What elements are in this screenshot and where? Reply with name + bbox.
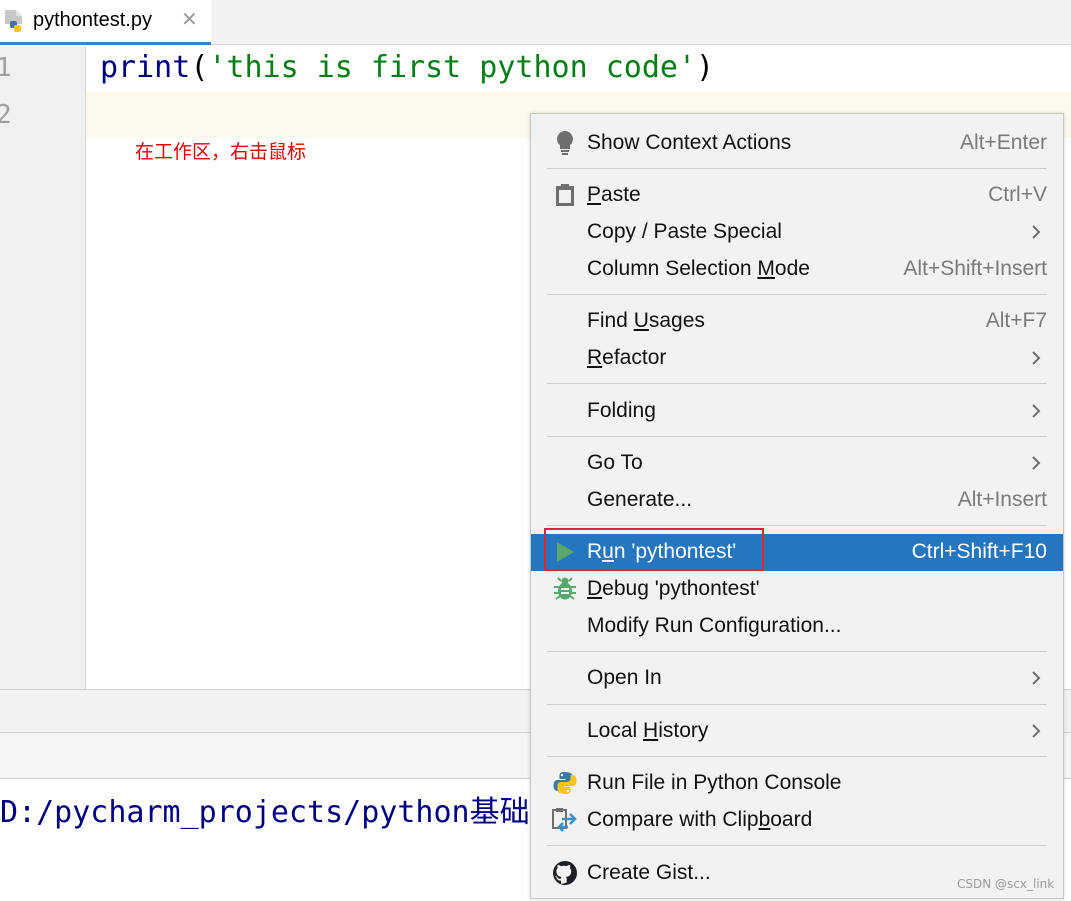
menu-separator [547,294,1047,295]
menu-item-label: Copy / Paste Special [587,220,782,243]
line-number-gutter: 1 2 [0,46,86,689]
chevron-right-icon [1032,456,1041,470]
chevron-right-icon [1032,671,1041,685]
menu-item-shortcut: Ctrl+Shift+F10 [911,540,1047,563]
chevron-right-icon [1032,404,1041,418]
menu-item-label: Compare with Clipboard [587,808,813,831]
menu-item-label: Create Gist... [587,861,711,884]
menu-item-label: Run 'pythontest' [587,540,737,563]
menu-separator [547,845,1047,846]
lightbulb-icon [551,129,579,157]
menu-item-find-usages[interactable]: Find Usages Alt+F7 [531,303,1063,340]
menu-separator [547,383,1047,384]
menu-item-label: Show Context Actions [587,131,792,154]
menu-separator [547,756,1047,757]
menu-item-shortcut: Alt+F7 [985,309,1047,332]
menu-separator [547,651,1047,652]
editor-context-menu: Show Context Actions Alt+Enter Paste Ctr… [530,113,1064,899]
compare-icon [551,806,579,834]
menu-item-compare-with-clipboard[interactable]: Compare with Clipboard [531,802,1063,839]
debug-icon [551,575,579,603]
menu-item-column-selection-mode[interactable]: Column Selection Mode Alt+Shift+Insert [531,251,1063,288]
menu-item-generate[interactable]: Generate... Alt+Insert [531,482,1063,519]
menu-item-copy-paste-special[interactable]: Copy / Paste Special [531,214,1063,251]
menu-item-folding[interactable]: Folding [531,393,1063,430]
menu-item-label: Run File in Python Console [587,771,842,794]
clipboard-icon [551,181,579,209]
watermark: CSDN @scx_link [957,877,1055,891]
menu-separator [547,525,1047,526]
line-number: 1 [0,53,12,83]
chevron-right-icon [1032,225,1041,239]
line-number: 2 [0,100,12,130]
editor-tab-bar: pythontest.py ✕ [0,0,1071,45]
menu-item-label: Refactor [587,346,667,369]
menu-item-shortcut: Ctrl+V [988,183,1047,206]
menu-item-label: Column Selection Mode [587,257,810,280]
menu-item-shortcut: Alt+Shift+Insert [903,257,1047,280]
close-icon[interactable]: ✕ [181,7,198,31]
menu-item-modify-run-configuration[interactable]: Modify Run Configuration... [531,608,1063,645]
menu-item-open-in[interactable]: Open In [531,660,1063,697]
code-string: 'this is first python code' [208,50,697,85]
menu-item-shortcut: Alt+Insert [957,488,1047,511]
tab-label: pythontest.py [33,9,152,31]
menu-item-label: Local History [587,719,709,742]
code-function: print [100,50,191,85]
code-paren: ( [190,50,209,85]
python-file-icon [2,9,26,35]
github-icon [551,859,579,887]
menu-item-run-pythontest[interactable]: Run 'pythontest' Ctrl+Shift+F10 [531,528,1063,571]
code-paren: ) [696,50,715,85]
annotation-text: 在工作区，右击鼠标 [135,141,307,163]
menu-item-paste[interactable]: Paste Ctrl+V [531,177,1063,214]
menu-item-local-history[interactable]: Local History [531,713,1063,750]
menu-item-label: Modify Run Configuration... [587,614,842,637]
menu-item-show-context-actions[interactable]: Show Context Actions Alt+Enter [531,125,1063,162]
menu-item-shortcut: Alt+Enter [960,131,1047,154]
menu-separator [547,436,1047,437]
menu-item-run-file-in-python-console[interactable]: Run File in Python Console [531,765,1063,802]
chevron-right-icon [1032,351,1041,365]
menu-item-label: Folding [587,399,656,422]
menu-item-refactor[interactable]: Refactor [531,340,1063,377]
code-line-1[interactable]: print('this is first python code') [100,50,714,85]
run-icon [551,538,579,566]
python-icon [551,769,579,797]
menu-item-go-to[interactable]: Go To [531,445,1063,482]
menu-separator [547,168,1047,169]
tab-pythontest[interactable]: pythontest.py ✕ [0,0,211,45]
console-path: D:/pycharm_projects/python基础 [0,795,530,830]
menu-item-label: Find Usages [587,309,705,332]
menu-item-label: Paste [587,183,641,206]
menu-separator [547,704,1047,705]
menu-item-label: Go To [587,451,643,474]
menu-item-label: Generate... [587,488,693,511]
menu-item-label: Debug 'pythontest' [587,577,760,600]
menu-item-debug-pythontest[interactable]: Debug 'pythontest' [531,571,1063,608]
menu-item-label: Open In [587,666,662,689]
chevron-right-icon [1032,724,1041,738]
